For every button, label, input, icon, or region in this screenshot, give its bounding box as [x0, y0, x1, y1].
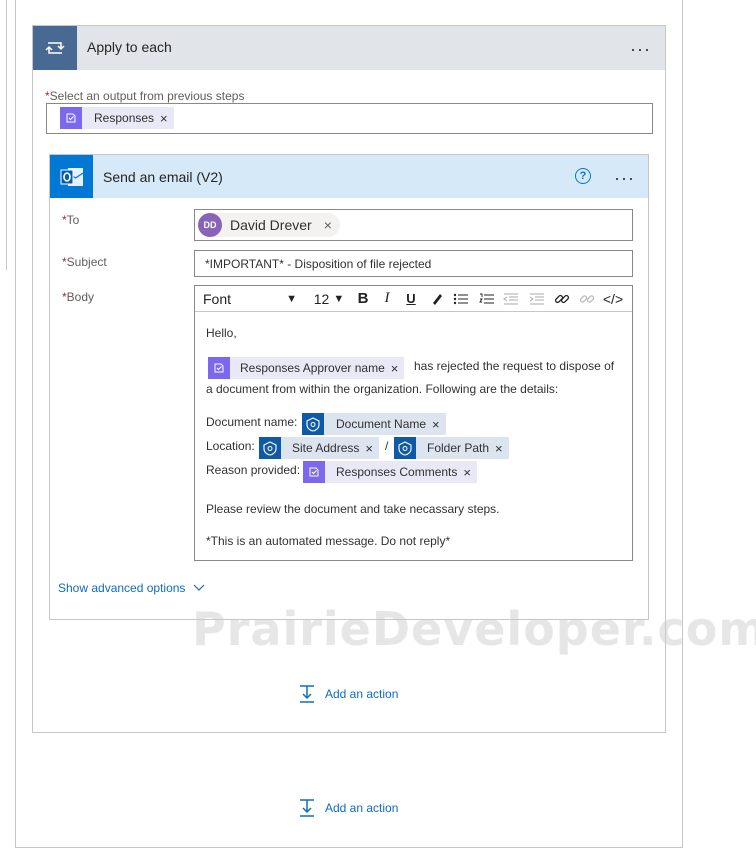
decrease-indent-icon[interactable] — [500, 286, 522, 311]
numbered-list-icon[interactable] — [476, 286, 498, 311]
apply-to-each-title: Apply to each — [87, 39, 172, 55]
subject-value: *IMPORTANT* - Disposition of file reject… — [205, 257, 432, 271]
font-family-select[interactable]: Font ▼ — [195, 286, 305, 311]
document-name-token[interactable]: Document Name × — [302, 413, 446, 435]
approval-icon — [60, 107, 82, 129]
remove-token-icon[interactable]: × — [160, 111, 174, 126]
sharepoint-icon — [394, 437, 416, 459]
body-review-line: Please review the document and take neca… — [206, 502, 500, 516]
body-greeting: Hello, — [206, 326, 237, 340]
remove-token-icon[interactable]: × — [391, 361, 405, 376]
remove-token-icon[interactable]: × — [365, 441, 379, 456]
apply-to-each-menu-icon[interactable]: ··· — [630, 40, 651, 58]
subject-label: *Subject — [62, 255, 107, 269]
body-label: *Body — [62, 290, 95, 304]
subject-input[interactable]: *IMPORTANT* - Disposition of file reject… — [194, 250, 633, 277]
loop-icon — [33, 26, 77, 70]
bold-button[interactable]: B — [352, 286, 374, 311]
watermark: PrairieDeveloper.com — [192, 602, 756, 656]
select-output-label: *Select an output from previous steps — [45, 89, 245, 103]
recipient-chip[interactable]: DD David Drever × — [198, 213, 340, 237]
outlook-icon — [50, 155, 93, 198]
add-action-button-outer[interactable]: Add an action — [297, 798, 398, 818]
chevron-down-icon: ▼ — [286, 292, 297, 305]
italic-button[interactable]: I — [376, 286, 398, 311]
unlink-icon[interactable] — [576, 286, 598, 311]
responses-token[interactable]: Responses × — [60, 107, 174, 129]
help-icon[interactable]: ? — [575, 168, 591, 184]
show-advanced-options-link[interactable]: Show advanced options — [58, 581, 205, 595]
body-line1: has rejected the request to dispose of — [414, 359, 615, 373]
remove-token-icon[interactable]: × — [495, 441, 509, 456]
recipient-name: David Drever — [230, 217, 312, 233]
bulleted-list-icon[interactable] — [450, 286, 472, 311]
remove-token-icon[interactable]: × — [463, 465, 477, 480]
sharepoint-icon — [302, 413, 324, 435]
rich-text-toolbar: Font ▼ 12 ▼ B I U </> — [195, 286, 632, 312]
add-action-button-inner[interactable]: Add an action — [297, 684, 398, 704]
approver-name-token[interactable]: Responses Approver name × — [208, 357, 405, 379]
send-email-title: Send an email (V2) — [103, 169, 223, 185]
add-action-icon — [300, 799, 314, 817]
sharepoint-icon — [259, 437, 281, 459]
reason-label: Reason provided: — [206, 463, 301, 477]
add-action-icon — [300, 685, 314, 703]
send-email-menu-icon[interactable]: ··· — [614, 169, 635, 187]
left-panel-edge — [0, 0, 7, 270]
docname-label: Document name: — [206, 415, 298, 429]
highlight-icon[interactable] — [426, 286, 448, 311]
site-address-token[interactable]: Site Address × — [259, 437, 379, 459]
approval-icon — [303, 461, 325, 483]
code-view-icon[interactable]: </> — [600, 286, 626, 311]
chevron-down-icon: ▼ — [333, 292, 345, 305]
remove-recipient-icon[interactable]: × — [324, 217, 332, 233]
folder-path-token[interactable]: Folder Path × — [394, 437, 509, 459]
remove-token-icon[interactable]: × — [432, 417, 446, 432]
font-size-select[interactable]: 12 ▼ — [309, 286, 349, 311]
underline-button[interactable]: U — [400, 286, 422, 311]
body-footer-line: *This is an automated message. Do not re… — [206, 534, 451, 548]
increase-indent-icon[interactable] — [526, 286, 548, 311]
body-line2: a document from within the organization.… — [206, 382, 559, 396]
approval-icon — [208, 357, 230, 379]
location-label: Location: — [206, 439, 255, 453]
path-separator: / — [385, 439, 389, 453]
chevron-down-icon — [194, 584, 205, 591]
link-icon[interactable] — [551, 286, 573, 311]
avatar: DD — [198, 213, 222, 237]
responses-comments-token[interactable]: Responses Comments × — [303, 461, 477, 483]
to-label: *To — [62, 213, 80, 227]
